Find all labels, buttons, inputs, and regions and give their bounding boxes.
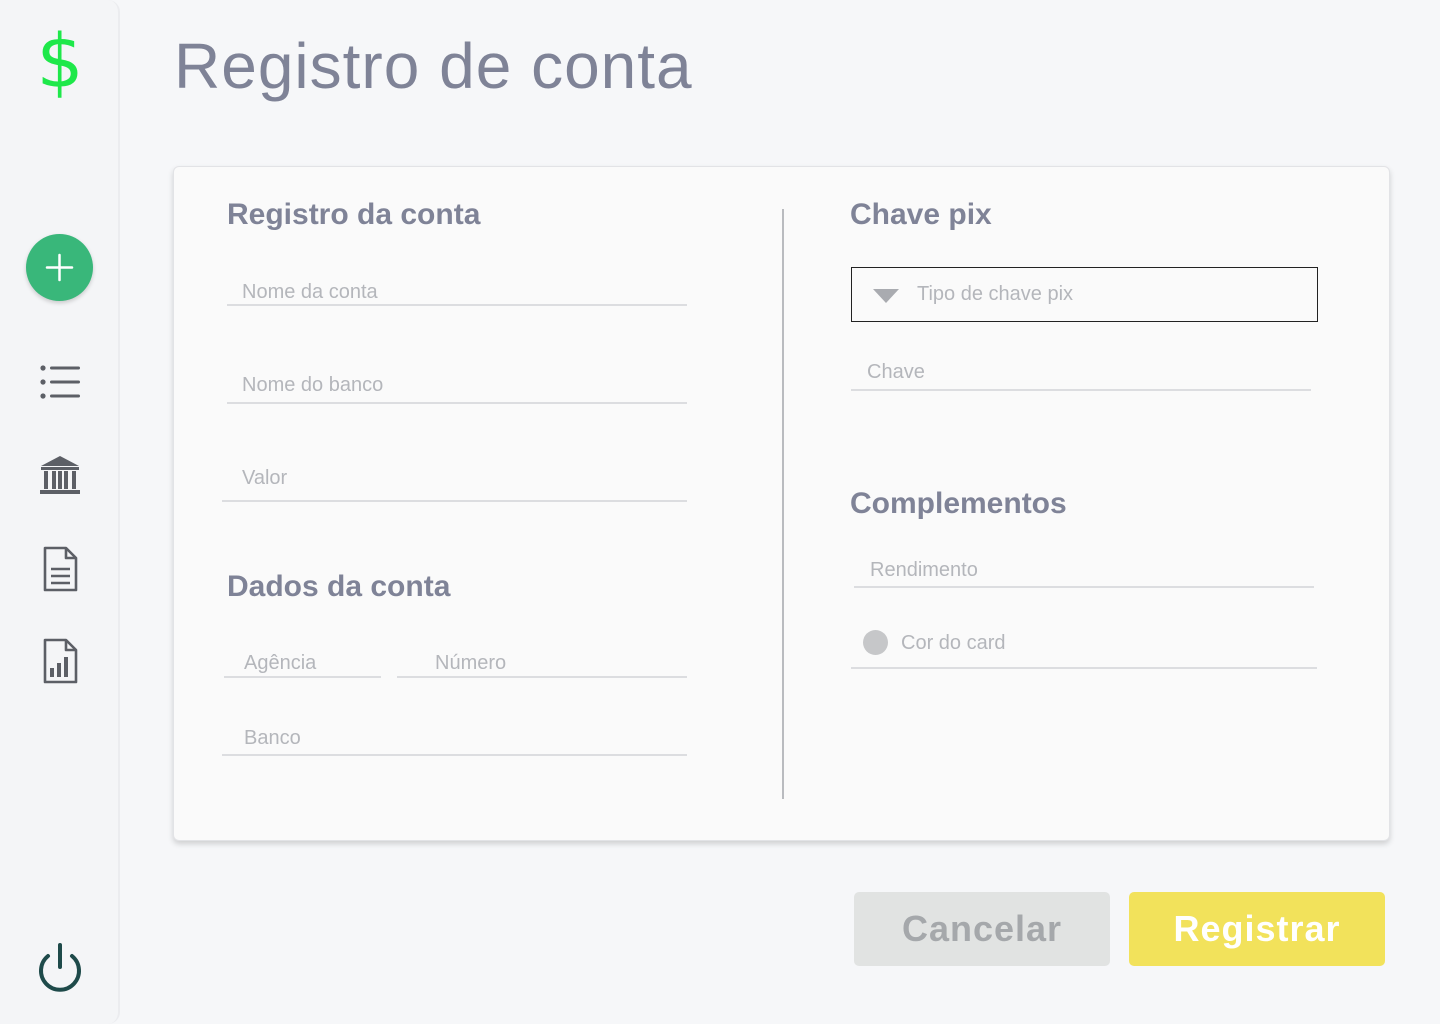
sidebar: $ [0, 0, 120, 1024]
account-name-underline [227, 304, 687, 306]
dropdown-triangle-icon [873, 289, 899, 303]
card-color-underline [851, 667, 1317, 669]
register-button[interactable]: Registrar [1129, 892, 1385, 966]
cancel-button[interactable]: Cancelar [854, 892, 1110, 966]
report-chart-icon[interactable] [36, 637, 84, 685]
column-divider [782, 209, 784, 799]
section-title-pix: Chave pix [850, 198, 992, 231]
plus-icon [45, 253, 74, 282]
logo-dollar-icon: $ [36, 19, 84, 105]
value-underline [222, 500, 687, 502]
number-placeholder: Número [435, 652, 507, 674]
bank-name-placeholder: Nome do banco [242, 374, 384, 396]
card-color-swatch[interactable] [863, 630, 888, 655]
number-underline [397, 676, 687, 678]
yield-placeholder: Rendimento [870, 559, 978, 581]
section-title-account: Registro da conta [227, 198, 481, 231]
agency-placeholder: Agência [244, 652, 317, 674]
bank-placeholder: Banco [244, 727, 301, 749]
page-title: Registro de conta [174, 30, 693, 102]
value-placeholder: Valor [242, 467, 288, 489]
list-icon[interactable] [36, 358, 84, 406]
account-form-card: Registro da conta Nome da conta Nome do … [173, 166, 1390, 841]
account-name-placeholder: Nome da conta [242, 281, 378, 303]
pix-key-placeholder: Chave [867, 361, 925, 383]
section-title-extras: Complementos [850, 487, 1067, 520]
pix-key-type-placeholder: Tipo de chave pix [917, 283, 1074, 305]
power-icon[interactable] [34, 942, 86, 996]
pix-key-underline [851, 389, 1311, 391]
pix-key-type-select[interactable]: Tipo de chave pix [851, 267, 1318, 322]
section-title-account-data: Dados da conta [227, 570, 451, 603]
agency-underline [224, 676, 381, 678]
bank-name-underline [227, 402, 687, 404]
card-color-placeholder: Cor do card [901, 632, 1006, 654]
document-icon[interactable] [36, 545, 84, 593]
add-account-button[interactable] [26, 234, 93, 301]
yield-underline [854, 586, 1314, 588]
bank-icon[interactable] [36, 452, 84, 500]
bank-underline [222, 754, 687, 756]
